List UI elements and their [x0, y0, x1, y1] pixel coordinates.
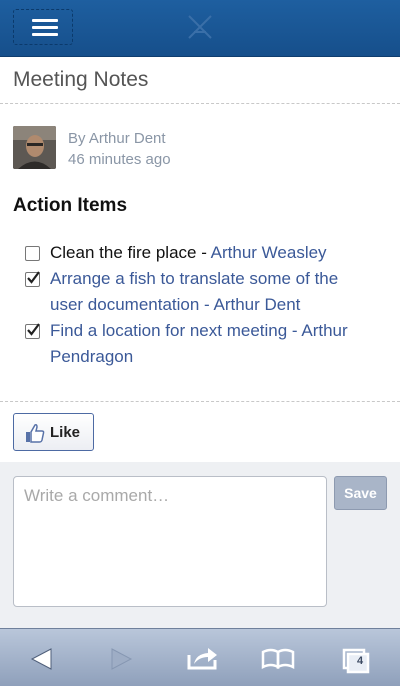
hamburger-icon-bar — [32, 26, 58, 29]
page-title-bar: Meeting Notes — [0, 56, 400, 104]
menu-button[interactable] — [13, 9, 73, 45]
assignee-link[interactable]: Arthur — [301, 321, 347, 340]
action-item: Find a location for next meeting - Arthu… — [25, 318, 385, 370]
bookmarks-button[interactable] — [248, 628, 308, 686]
checkmark-icon — [27, 271, 40, 284]
forward-button[interactable] — [92, 628, 152, 686]
author-name[interactable]: By Arthur Dent — [68, 130, 166, 147]
avatar[interactable] — [13, 126, 56, 169]
comment-section: Write a comment… Save — [0, 462, 400, 628]
like-button[interactable]: Like — [13, 413, 94, 451]
assignee-link[interactable]: Arthur Weasley — [211, 243, 327, 262]
action-item-text: Arrange a fish to translate some of the … — [50, 266, 338, 318]
action-item: Arrange a fish to translate some of the … — [25, 266, 385, 318]
action-item-line[interactable]: user documentation - Arthur Dent — [50, 292, 338, 318]
action-item-description: Clean the fire place - — [50, 243, 211, 262]
checkbox-checked[interactable] — [25, 323, 40, 339]
tabs-count: 4 — [356, 655, 364, 667]
comment-placeholder: Write a comment… — [24, 486, 170, 505]
page-title: Meeting Notes — [13, 68, 149, 91]
checkbox-unchecked[interactable] — [25, 246, 40, 261]
back-button[interactable] — [12, 628, 72, 686]
action-item-text: Find a location for next meeting - Arthu… — [50, 318, 348, 370]
user-avatar — [13, 126, 56, 169]
checkbox-checked[interactable] — [25, 271, 40, 287]
checkmark-icon — [27, 323, 40, 336]
action-item-description[interactable]: Find a location for next meeting - — [50, 321, 301, 340]
action-item-text: Clean the fire place - Arthur Weasley — [50, 240, 327, 266]
action-item-line[interactable]: Arrange a fish to translate some of the — [50, 266, 338, 292]
app-logo-icon — [188, 15, 212, 39]
hamburger-icon — [32, 19, 58, 22]
back-arrow-icon — [30, 648, 52, 670]
thumbs-up-icon — [26, 424, 45, 443]
comment-input[interactable]: Write a comment… — [13, 476, 327, 607]
save-label: Save — [344, 485, 377, 501]
action-item: Clean the fire place - Arthur Weasley — [25, 240, 385, 266]
action-items-heading: Action Items — [13, 195, 128, 216]
post-timestamp: 46 minutes ago — [68, 151, 171, 168]
forward-arrow-icon — [111, 648, 133, 670]
share-button[interactable] — [172, 628, 232, 686]
save-button[interactable]: Save — [334, 476, 387, 510]
bookmarks-icon — [261, 648, 295, 670]
hamburger-icon-bar — [32, 33, 58, 36]
divider — [0, 401, 400, 402]
app-header — [0, 0, 400, 57]
assignee-link[interactable]: Pendragon — [50, 344, 348, 370]
like-label: Like — [50, 424, 81, 441]
share-icon — [187, 648, 217, 670]
